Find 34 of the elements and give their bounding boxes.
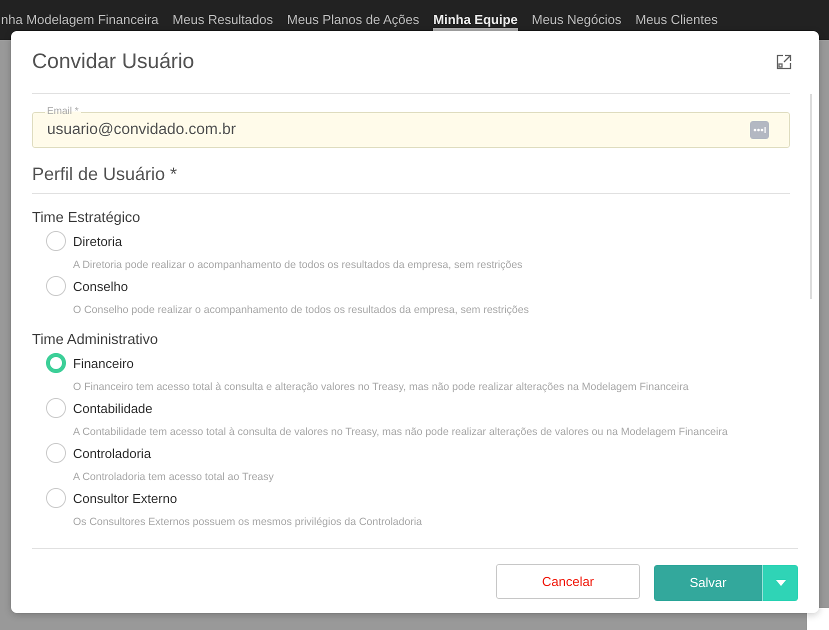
option-label[interactable]: Diretoria [73,234,790,248]
option-label[interactable]: Conselho [73,278,790,294]
radio-button[interactable] [46,353,66,373]
option-label[interactable]: Contabilidade [73,400,790,416]
option-description: O Financeiro tem acesso total à consulta e alteração valores no Treasy, mas não pode realizar alterações na Modelagem Financeira [73,381,690,393]
option-label[interactable]: Controladoria [73,446,790,460]
radio-button[interactable] [46,276,66,296]
dialog-title: Convidar Usuário [32,50,194,74]
autofill-icon[interactable] [750,121,769,139]
option-description: Os Consultores Externos possuem os mesmos privilégios da Controladoria [73,516,423,528]
caret-icon [776,580,786,586]
save-options-button[interactable] [762,564,798,600]
option-description: A Diretoria pode realizar o acompanhamento de todos os resultados da empresa, sem restrições [73,259,524,271]
group-title: Time Estratégico [32,210,142,226]
email-label: Email * [45,106,81,117]
section-title: Perfil de Usuário * [32,164,790,194]
radio-button[interactable] [46,398,66,418]
nav-tab[interactable]: Meus Negócios [532,10,622,30]
nav-tab[interactable]: Meus Clientes [635,10,718,30]
radio-button[interactable] [46,443,66,463]
radio-button[interactable] [46,488,66,508]
option-label[interactable]: Consultor Externo [73,490,790,506]
nav-tab[interactable]: nha Modelagem Financeira [1,10,159,30]
option-description: A Contabilidade tem acesso total à consulta de valores no Treasy, mas não pode realizar alterações de valores ou na Modelagem Financeira [73,426,729,438]
radio-button[interactable] [46,231,66,251]
expand-icon[interactable] [776,54,792,70]
nav-tab[interactable]: Meus Planos de Ações [287,10,420,30]
group-title: Time Administrativo [32,332,159,348]
option-description: A Controladoria tem acesso total ao Treasy [73,471,275,483]
option-label[interactable]: Financeiro [73,356,790,370]
scrollbar[interactable] [810,94,812,299]
cancel-button[interactable]: Cancelar [496,564,640,598]
option-description: O Conselho pode realizar o acompanhamento de todos os resultados da empresa, sem restrições [73,304,530,316]
nav-tab[interactable]: Meus Resultados [172,10,273,30]
